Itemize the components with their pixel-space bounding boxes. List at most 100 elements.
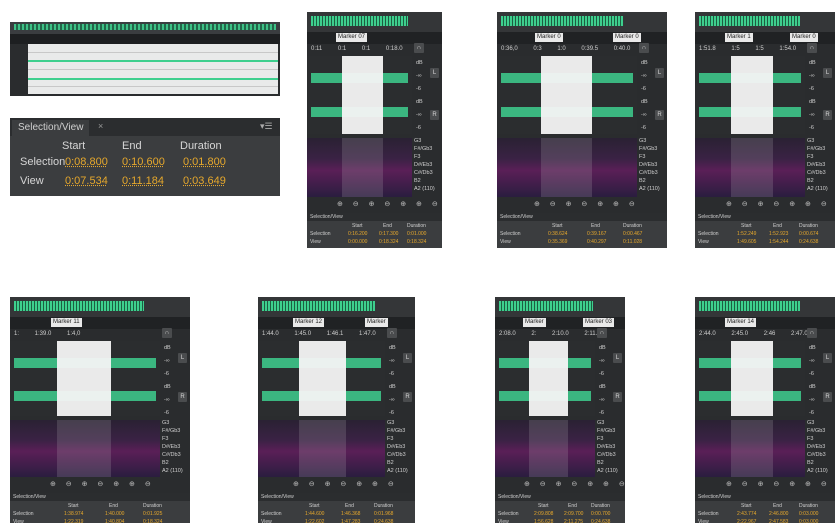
view-duration[interactable]: 0:03.000 <box>799 519 818 523</box>
spectral-display[interactable] <box>695 420 805 477</box>
selection-region[interactable] <box>731 341 773 416</box>
view-start[interactable]: 0:07.534 <box>65 175 108 187</box>
selection-end[interactable]: 0:17.300 <box>379 231 398 237</box>
zoom-controls[interactable]: ⊕ ⊖ ⊕ ⊖ ⊕ ⊕ ⊖ <box>50 480 155 488</box>
waveform-view[interactable] <box>497 56 637 134</box>
view-end[interactable]: 0:18.324 <box>379 239 398 245</box>
selection-duration[interactable]: 0:00.467 <box>623 231 642 237</box>
view-start[interactable]: 2:22.967 <box>737 519 756 523</box>
view-end[interactable]: 2:11.275 <box>564 519 583 523</box>
spectral-selection[interactable] <box>529 420 568 477</box>
view-duration[interactable]: 0:03.649 <box>183 175 226 187</box>
view-duration[interactable]: 0:18.324 <box>143 519 162 523</box>
waveform-view[interactable] <box>258 341 385 416</box>
channel-l-button[interactable]: L <box>823 353 832 363</box>
marker-label[interactable]: Marker 14 <box>725 318 757 327</box>
panel-tab-label[interactable]: Selection/View <box>698 493 731 501</box>
selection-duration[interactable]: 0:01.925 <box>143 511 162 517</box>
selection-duration[interactable]: 0:03.000 <box>799 511 818 517</box>
headphones-icon[interactable]: ∩ <box>387 328 397 338</box>
waveform-selection[interactable] <box>28 44 278 94</box>
selection-end[interactable]: 2:46.800 <box>769 511 788 517</box>
waveform-view[interactable] <box>695 341 805 416</box>
marker-label[interactable]: Marker 0 <box>535 33 563 42</box>
channel-r-button[interactable]: R <box>655 110 664 120</box>
selection-duration[interactable]: 0:00.700 <box>591 511 610 517</box>
spectral-selection[interactable] <box>57 420 111 477</box>
selection-region[interactable] <box>541 56 592 134</box>
channel-l-button[interactable]: L <box>613 353 622 363</box>
view-end[interactable]: 2:47.583 <box>769 519 788 523</box>
zoom-controls[interactable]: ⊕ ⊖ ⊕ ⊖ ⊕ ⊕ ⊖ <box>726 200 831 208</box>
selection-duration[interactable]: 0:00.674 <box>799 231 818 237</box>
panel-tab[interactable]: Selection/View <box>12 120 90 136</box>
marker-label[interactable]: Marker 12 <box>293 318 325 327</box>
channel-r-button[interactable]: R <box>403 392 412 402</box>
panel-tab-label[interactable]: Selection/View <box>498 493 531 501</box>
view-end[interactable]: 1:54.244 <box>769 239 788 245</box>
spectral-display[interactable] <box>495 420 595 477</box>
view-duration[interactable]: 0:18.324 <box>407 239 426 245</box>
headphones-icon[interactable]: ∩ <box>807 328 817 338</box>
selection-region[interactable] <box>731 56 773 134</box>
waveform-view[interactable] <box>307 56 412 134</box>
selection-region[interactable] <box>529 341 568 416</box>
view-duration[interactable]: 0:24.638 <box>591 519 610 523</box>
channel-l-button[interactable]: L <box>430 68 439 78</box>
selection-duration[interactable]: 0:01.000 <box>407 231 426 237</box>
view-start[interactable]: 1:56.628 <box>534 519 553 523</box>
selection-end[interactable]: 1:52.923 <box>769 231 788 237</box>
view-start[interactable]: 0:00.000 <box>348 239 367 245</box>
headphones-icon[interactable]: ∩ <box>162 328 172 338</box>
channel-r-button[interactable]: R <box>430 110 439 120</box>
selection-duration[interactable]: 0:01.800 <box>183 156 226 168</box>
marker-label[interactable]: Marker <box>365 318 388 327</box>
spectral-selection[interactable] <box>299 420 346 477</box>
headphones-icon[interactable]: ∩ <box>639 43 649 53</box>
channel-r-button[interactable]: R <box>823 392 832 402</box>
panel-tab-label[interactable]: Selection/View <box>500 213 533 221</box>
selection-start[interactable]: 1:44.600 <box>305 511 324 517</box>
selection-end[interactable]: 1:40.000 <box>105 511 124 517</box>
spectral-display[interactable] <box>10 420 160 477</box>
spectral-display[interactable] <box>307 138 412 197</box>
spectral-selection[interactable] <box>342 138 383 197</box>
selection-start[interactable]: 2:43.774 <box>737 511 756 517</box>
zoom-controls[interactable]: ⊕ ⊖ ⊕ ⊖ ⊕ ⊕ ⊖ <box>524 480 625 488</box>
timeline-bar[interactable] <box>10 34 280 44</box>
selection-start[interactable]: 1:38.974 <box>64 511 83 517</box>
view-end[interactable]: 0:11.184 <box>122 175 164 187</box>
selection-duration[interactable]: 0:01.968 <box>374 511 393 517</box>
selection-end[interactable]: 1:46.368 <box>341 511 360 517</box>
spectral-display[interactable] <box>497 138 637 197</box>
channel-r-button[interactable]: R <box>178 392 187 402</box>
selection-start[interactable]: 1:52.249 <box>737 231 756 237</box>
zoom-controls[interactable]: ⊕ ⊖ ⊕ ⊖ ⊕ ⊕ ⊖ <box>293 480 398 488</box>
waveform-view[interactable] <box>695 56 805 134</box>
selection-region[interactable] <box>342 56 383 134</box>
marker-label[interactable]: Marker 1 <box>725 33 753 42</box>
view-start[interactable]: 1:49.605 <box>737 239 756 245</box>
selection-start[interactable]: 0:38.624 <box>548 231 567 237</box>
waveform-view[interactable] <box>10 341 160 416</box>
panel-menu-icon[interactable]: ▾☰ <box>260 121 273 132</box>
selection-region[interactable] <box>299 341 346 416</box>
marker-label[interactable]: Marker 0 <box>790 33 818 42</box>
marker-label[interactable]: Marker 03 <box>583 318 615 327</box>
zoom-controls[interactable]: ⊕ ⊖ ⊕ ⊖ ⊕ ⊕ ⊖ <box>534 200 639 208</box>
spectral-selection[interactable] <box>731 138 773 197</box>
zoom-controls[interactable]: ⊕ ⊖ ⊕ ⊖ ⊕ ⊕ ⊖ <box>337 200 442 208</box>
selection-region[interactable] <box>57 341 111 416</box>
selection-start[interactable]: 0:16.200 <box>348 231 367 237</box>
zoom-controls[interactable]: ⊕ ⊖ ⊕ ⊖ ⊕ ⊕ ⊖ <box>726 480 831 488</box>
channel-r-button[interactable]: R <box>823 110 832 120</box>
panel-tab-label[interactable]: Selection/View <box>698 213 731 221</box>
view-duration[interactable]: 0:11.028 <box>623 239 642 245</box>
panel-tab-label[interactable]: Selection/View <box>310 213 343 221</box>
marker-label[interactable]: Marker <box>523 318 546 327</box>
view-start[interactable]: 1:22.602 <box>305 519 324 523</box>
marker-label[interactable]: Marker 07 <box>336 33 368 42</box>
view-end[interactable]: 1:40.804 <box>105 519 124 523</box>
selection-end[interactable]: 0:39.167 <box>587 231 606 237</box>
channel-l-button[interactable]: L <box>178 353 187 363</box>
